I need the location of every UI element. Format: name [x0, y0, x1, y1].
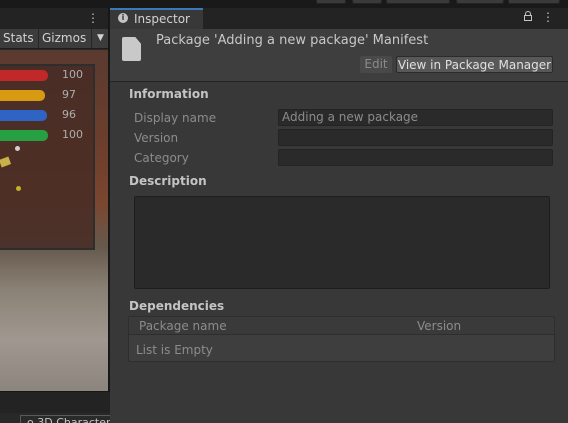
gizmos-dropdown-icon[interactable]: ▼	[91, 29, 108, 48]
tab-inspector-label: Inspector	[134, 12, 190, 26]
top-toolbar-strip	[0, 0, 568, 8]
stat-bar	[0, 90, 45, 101]
stat-value: 100	[62, 68, 83, 81]
scene-menu-icon[interactable]: ⋮	[87, 11, 99, 25]
stat-value: 96	[62, 108, 76, 121]
stat-value: 100	[62, 128, 83, 141]
information-section-title: Information	[129, 87, 209, 101]
empty-list-text: List is Empty	[136, 343, 213, 357]
package-manifest-file-icon	[122, 37, 141, 61]
toolbar-button[interactable]	[316, 0, 346, 4]
description-section-title: Description	[129, 174, 207, 188]
gizmos-button[interactable]: Gizmos	[38, 29, 89, 48]
category-field[interactable]	[278, 149, 553, 166]
column-version: Version	[417, 319, 462, 333]
inspector-window: i Inspector ⋮ Package 'Adding a new pack…	[110, 8, 568, 423]
inspector-menu-icon[interactable]: ⋮	[542, 10, 554, 24]
stat-bar	[0, 70, 48, 81]
column-package-name: Package name	[139, 319, 227, 333]
dependencies-section-title: Dependencies	[129, 299, 225, 313]
lock-icon[interactable]	[524, 11, 532, 21]
scene-marker	[16, 186, 21, 191]
toolbar-button[interactable]	[352, 0, 382, 4]
scene-marker	[15, 146, 20, 151]
stat-value: 97	[62, 88, 76, 101]
stat-bar	[0, 110, 47, 121]
scene-object	[0, 156, 12, 168]
stat-bar	[0, 130, 48, 141]
display-name-label: Display name	[134, 111, 217, 125]
scene-overlay: 100 97 96 100	[0, 64, 95, 250]
scene-panel: ⋮ Stats Gizmos ▼ 100 97 96 100	[0, 8, 109, 391]
toolbar-button[interactable]	[508, 0, 560, 4]
inspector-tab-bar: i Inspector ⋮	[110, 8, 568, 29]
scene-toolbar: Stats Gizmos ▼	[0, 29, 108, 49]
dependencies-table-header: Package name Version	[129, 317, 554, 335]
display-name-field[interactable]: Adding a new package	[278, 109, 553, 126]
dependencies-table: Package name Version List is Empty	[128, 316, 555, 362]
scene-viewport[interactable]: 100 97 96 100	[0, 50, 108, 391]
toolbar-button[interactable]	[456, 0, 504, 4]
version-label: Version	[134, 131, 179, 145]
inspector-header: Package 'Adding a new package' Manifest …	[110, 29, 568, 82]
toolbar-button[interactable]	[386, 0, 450, 4]
scene-tab-bar: ⋮	[0, 8, 108, 29]
info-icon: i	[118, 13, 128, 23]
tab-inspector[interactable]: i Inspector	[110, 8, 203, 29]
version-field[interactable]	[278, 129, 553, 146]
category-label: Category	[134, 151, 189, 165]
page-title: Package 'Adding a new package' Manifest	[156, 33, 429, 48]
description-textarea[interactable]	[134, 196, 550, 289]
edit-button[interactable]: Edit	[360, 56, 392, 73]
view-in-package-manager-button[interactable]: View in Package Manager	[396, 56, 553, 73]
stats-button[interactable]: Stats	[0, 29, 37, 48]
